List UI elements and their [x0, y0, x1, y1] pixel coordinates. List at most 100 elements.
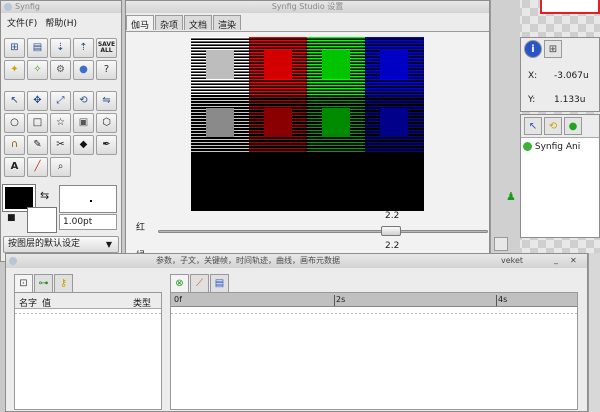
timetrack-tab-icon[interactable]: ⊗	[170, 274, 189, 292]
smooth-move-tool-icon[interactable]: ✥	[27, 91, 48, 111]
zoom-tool-icon[interactable]: ⌕	[50, 157, 71, 177]
rotate-tool-icon[interactable]: ⟲	[73, 91, 94, 111]
red-gamma-track[interactable]	[158, 230, 488, 233]
tab-gamma[interactable]: 伽马	[126, 15, 155, 31]
person-icon[interactable]: ♟	[506, 190, 516, 203]
list-item[interactable]: Synfig Ani	[523, 142, 580, 152]
layer-list: Synfig Ani	[521, 137, 599, 237]
chevron-down-icon: ▼	[105, 240, 112, 249]
layers-icon[interactable]: ●	[564, 117, 582, 135]
x-value: -3.067u	[554, 71, 589, 81]
settings-titlebar[interactable]: Synfig Studio 设置	[126, 1, 489, 13]
history-icon[interactable]: ⟲	[544, 117, 562, 135]
close-button[interactable]: ✕	[570, 254, 577, 268]
params-body	[15, 313, 161, 409]
text-tool-icon[interactable]: A	[4, 157, 25, 177]
timetrack-rows	[171, 313, 577, 409]
time-tick-4s	[496, 295, 497, 306]
red-gamma-label: 红	[136, 223, 146, 233]
params-tab-icon[interactable]: ⊡	[14, 274, 33, 292]
reset-colors-icon[interactable]: ■	[7, 213, 16, 223]
params-table: 名字 值 类型	[14, 292, 162, 410]
app-icon	[4, 3, 12, 11]
draw-tool-icon[interactable]: ✎	[27, 135, 48, 155]
params-tabs: ⊡ ⊶ ⚷	[14, 274, 73, 292]
library-tab-icon[interactable]: ⊶	[34, 274, 53, 292]
keyframes-tab-icon[interactable]: ⚷	[54, 274, 73, 292]
x-label: X:	[528, 71, 538, 81]
canvas-ball-icon	[523, 142, 532, 151]
y-value: 1.133u	[554, 95, 586, 105]
spline-tool-icon[interactable]: ∩	[4, 135, 25, 155]
red-gamma-slider[interactable]	[381, 226, 401, 236]
time-ruler[interactable]: 0f 2s 4s	[171, 293, 577, 307]
params-panel: 参数，子文，关键帧，时间轨迹，曲线，画布元数据 veket _ ✕ ⊡ ⊶ ⚷ …	[5, 253, 588, 412]
help-bubble-icon[interactable]: ?	[96, 60, 117, 80]
brush-size-value: 1.00pt	[63, 217, 93, 227]
tools-grid: ↖ ✥ ⤢ ⟲ ⇋ ○ □ ☆ ▣ ⬡ ∩ ✎ ✂ ◆ ✒ A ╱ ⌕	[4, 91, 117, 177]
params-header: 名字 值 类型	[15, 293, 161, 309]
new-file-icon[interactable]: ⊞	[4, 38, 25, 58]
brush-size-field[interactable]: 1.00pt	[59, 214, 117, 230]
info-icon[interactable]: i	[524, 40, 542, 58]
white-swatch-bottom	[206, 108, 234, 137]
menu-help[interactable]: 帮助(H)	[45, 16, 77, 29]
drop-icon[interactable]: ●	[73, 60, 94, 80]
fill-tool-icon[interactable]: ◆	[73, 135, 94, 155]
file-toolbar: ⊞ ▤ ⇣ ⇡ SAVE ALL ✦ ✧ ⚙ ● ?	[4, 38, 117, 80]
blend-method-select[interactable]: 按图层的默认设定 ▼	[3, 236, 119, 253]
tab-document[interactable]: 文档	[184, 15, 213, 31]
metadata-tab-icon[interactable]: ▤	[210, 274, 229, 292]
time-mark-0: 0f	[174, 295, 182, 304]
green-gamma-value: 2.2	[385, 241, 400, 251]
star-tool-icon[interactable]: ☆	[50, 113, 71, 133]
eyedropper-tool-icon[interactable]: ╱	[27, 157, 48, 177]
green-swatch-bottom	[322, 108, 350, 137]
swap-colors-icon[interactable]: ⇆	[40, 189, 49, 202]
side-tab[interactable]	[494, 237, 508, 251]
menu-file[interactable]: 文件(F)	[7, 16, 37, 29]
info-panel-tabs: i ⊞	[524, 40, 562, 58]
save-down-icon[interactable]: ⇣	[50, 38, 71, 58]
transform-tool-icon[interactable]: ↖	[4, 91, 25, 111]
cursor-icon[interactable]: ↖	[524, 117, 542, 135]
brush-preview	[59, 185, 117, 213]
gradient-tool-icon[interactable]: ▣	[73, 113, 94, 133]
timetrack-tabs: ⊗ ⟋ ▤	[170, 274, 229, 292]
toolbox-titlebar[interactable]: Synfig	[1, 1, 121, 13]
save-all-icon[interactable]: SAVE ALL	[96, 38, 117, 58]
time-tick-2s	[334, 295, 335, 306]
params-titlebar[interactable]: 参数，子文，关键帧，时间轨迹，曲线，画布元数据 veket _ ✕	[6, 254, 587, 268]
time-mark-4s: 4s	[498, 295, 508, 304]
cutout-tool-icon[interactable]: ✂	[50, 135, 71, 155]
tab-misc[interactable]: 杂项	[155, 15, 184, 31]
fill-color-swatch[interactable]	[27, 207, 57, 233]
timetrack-area[interactable]: 0f 2s 4s	[170, 292, 578, 410]
scale-tool-icon[interactable]: ⤢	[50, 91, 71, 111]
polygon-tool-icon[interactable]: ⬡	[96, 113, 117, 133]
sparkle-icon[interactable]: ✧	[27, 60, 48, 80]
wand-icon[interactable]: ✦	[4, 60, 25, 80]
app-label: veket	[501, 256, 524, 265]
mirror-tool-icon[interactable]: ⇋	[96, 91, 117, 111]
rectangle-tool-icon[interactable]: □	[27, 113, 48, 133]
info-panel: i ⊞ X: -3.067u Y: 1.133u	[520, 37, 600, 112]
circle-tool-icon[interactable]: ○	[4, 113, 25, 133]
navigator-icon[interactable]: ⊞	[544, 40, 562, 58]
open-file-icon[interactable]: ▤	[27, 38, 48, 58]
time-mark-2s: 2s	[336, 295, 346, 304]
tab-render[interactable]: 渲染	[213, 15, 242, 31]
y-label: Y:	[528, 95, 536, 105]
column-name[interactable]: 名字	[19, 296, 37, 309]
minimize-button[interactable]: _	[554, 253, 558, 267]
column-value[interactable]: 值	[42, 296, 51, 309]
red-swatch-top	[264, 50, 292, 79]
save-up-icon[interactable]: ⇡	[73, 38, 94, 58]
blue-swatch-top	[380, 50, 408, 79]
toolbox-title: Synfig	[15, 2, 40, 11]
blue-swatch-bottom	[380, 108, 408, 137]
curves-tab-icon[interactable]: ⟋	[190, 274, 209, 292]
column-type[interactable]: 类型	[133, 296, 151, 309]
gear-icon[interactable]: ⚙	[50, 60, 71, 80]
width-tool-icon[interactable]: ✒	[96, 135, 117, 155]
